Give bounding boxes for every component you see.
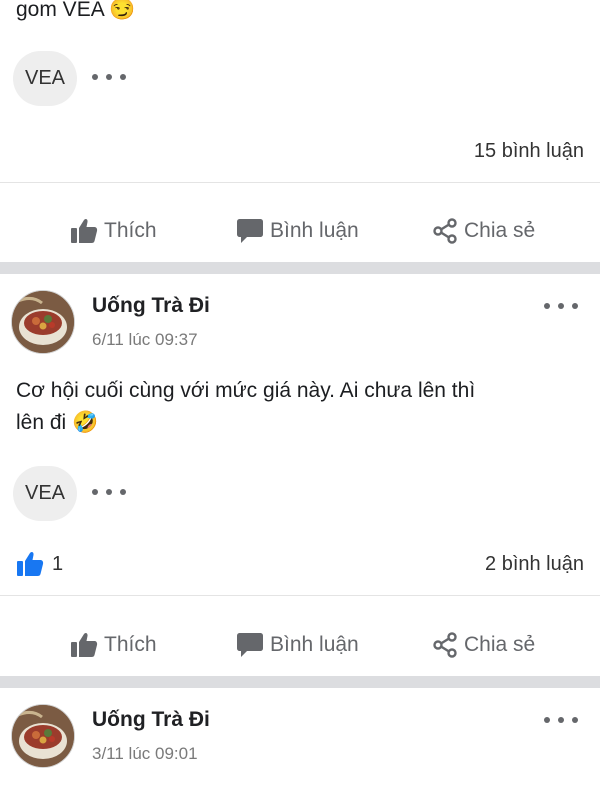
thumbs-up-icon — [71, 632, 98, 657]
action-bar: Thích Bình luận Chia sẻ — [0, 211, 600, 251]
comment-icon — [237, 219, 263, 243]
post-timestamp[interactable]: 3/11 lúc 09:01 — [92, 744, 198, 764]
comment-icon — [237, 633, 263, 657]
share-button[interactable]: Chia sẻ — [432, 625, 535, 665]
avatar[interactable] — [11, 704, 75, 768]
avatar[interactable] — [11, 290, 75, 354]
author-name[interactable]: Uống Trà Đi — [92, 708, 210, 732]
more-options-icon[interactable] — [544, 298, 578, 314]
comment-count[interactable]: 15 bình luận — [474, 140, 584, 163]
tea-bowl-avatar-icon — [12, 291, 74, 353]
topic-tag-chip[interactable]: VEA — [13, 51, 77, 106]
post-card: Uống Trà Đi 3/11 lúc 09:01 — [0, 688, 600, 800]
comment-count[interactable]: 2 bình luận — [485, 553, 584, 576]
share-button[interactable]: Chia sẻ — [432, 211, 535, 251]
more-tags-icon[interactable] — [92, 485, 126, 499]
action-bar: Thích Bình luận Chia sẻ — [0, 625, 600, 665]
divider — [0, 595, 600, 596]
like-count: 1 — [52, 552, 64, 575]
post-separator — [0, 676, 600, 688]
post-text-line: lên đi 🤣 — [16, 411, 99, 434]
comment-button[interactable]: Bình luận — [236, 625, 359, 665]
comment-label: Bình luận — [270, 633, 359, 656]
share-label: Chia sẻ — [464, 219, 536, 242]
author-name[interactable]: Uống Trà Đi — [92, 294, 210, 318]
like-button[interactable]: Thích — [70, 625, 157, 665]
post-text-line: Cơ hội cuối cùng với mức giá này. Ai chư… — [16, 379, 476, 402]
topic-tag-chip[interactable]: VEA — [13, 466, 77, 521]
post-card: gom VEA 😏 VEA 15 bình luận Thích Bình lu… — [0, 0, 600, 262]
more-tags-icon[interactable] — [92, 70, 126, 84]
post-separator — [0, 262, 600, 274]
share-icon — [433, 632, 457, 658]
post-card: Uống Trà Đi 6/11 lúc 09:37 Cơ hội cuối c… — [0, 274, 600, 676]
thumbs-up-icon — [71, 218, 98, 243]
comment-button[interactable]: Bình luận — [236, 211, 359, 251]
divider — [0, 182, 600, 183]
post-text: Cơ hội cuối cùng với mức giá này. Ai chư… — [16, 375, 584, 439]
like-button[interactable]: Thích — [70, 211, 157, 251]
reaction-summary[interactable]: 1 — [16, 551, 63, 577]
thumbs-up-icon — [17, 551, 44, 576]
post-text: gom VEA 😏 — [16, 0, 136, 21]
like-label: Thích — [104, 219, 157, 242]
comment-label: Bình luận — [270, 219, 359, 242]
share-icon — [433, 218, 457, 244]
post-timestamp[interactable]: 6/11 lúc 09:37 — [92, 330, 198, 350]
tea-bowl-avatar-icon — [12, 705, 74, 767]
share-label: Chia sẻ — [464, 633, 536, 656]
like-label: Thích — [104, 633, 157, 656]
more-options-icon[interactable] — [544, 712, 578, 728]
